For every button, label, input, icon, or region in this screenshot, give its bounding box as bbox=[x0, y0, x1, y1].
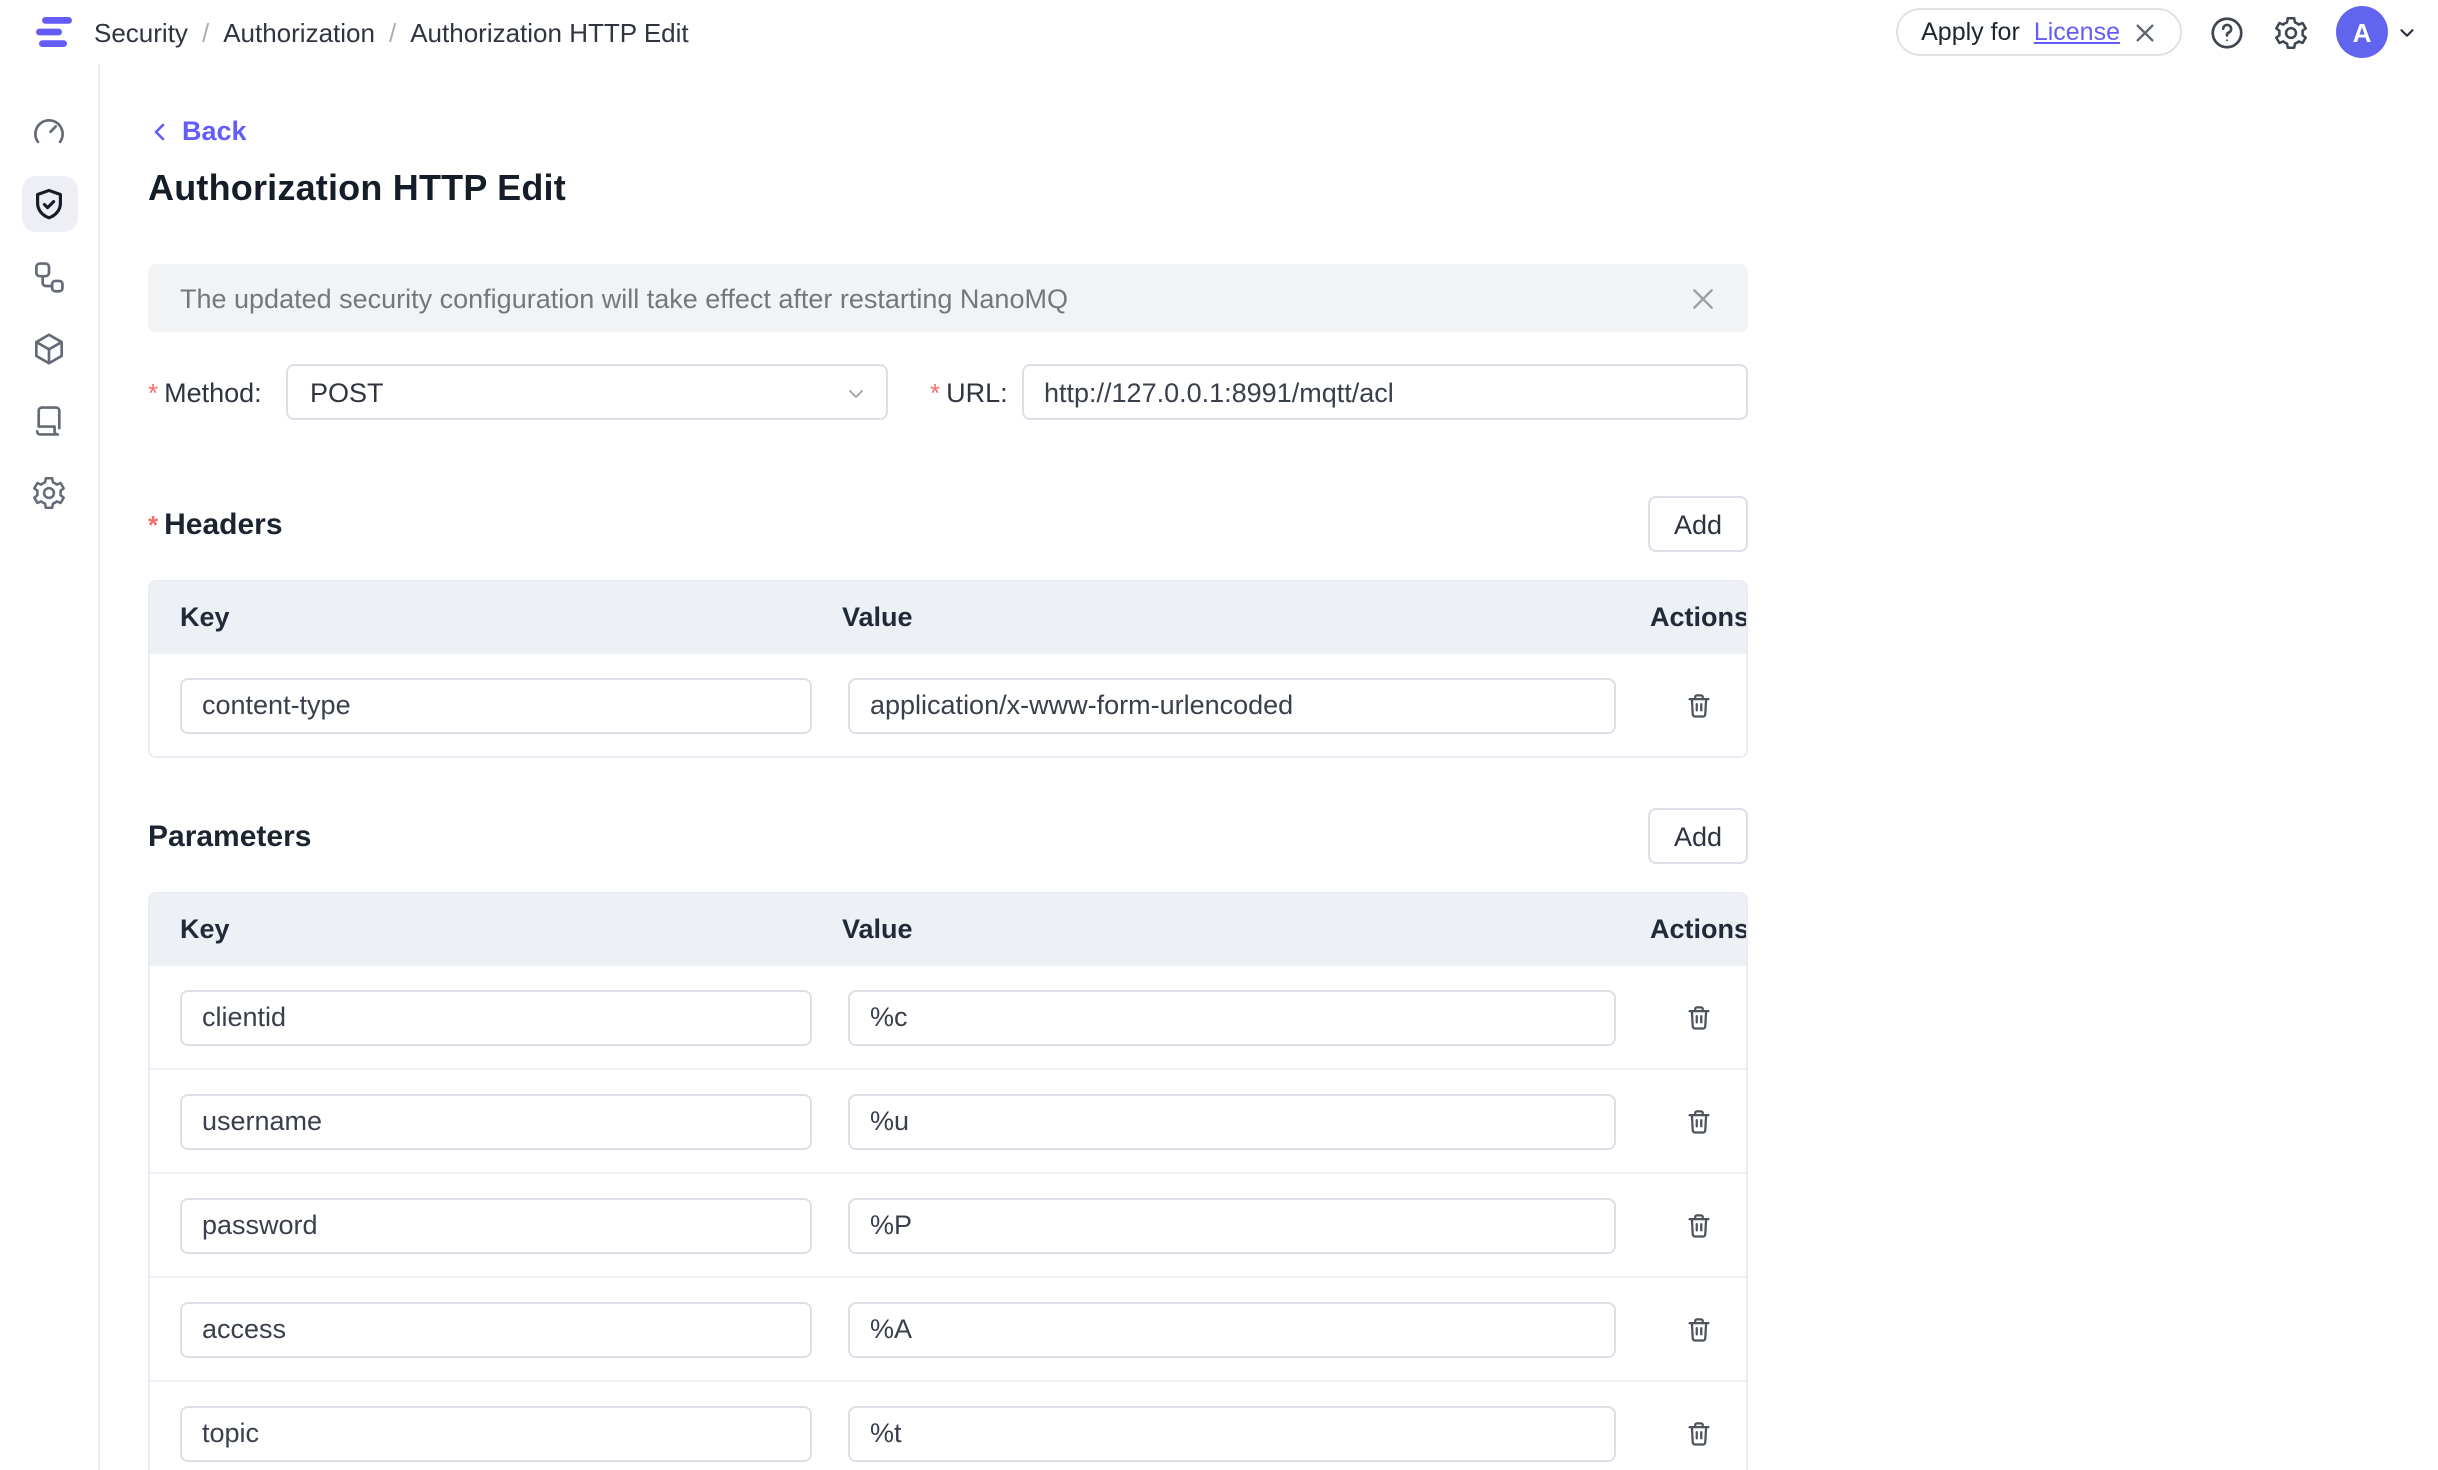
delete-row-button[interactable] bbox=[1674, 1409, 1722, 1457]
headers-section-title: *Headers bbox=[148, 507, 283, 541]
gauge-icon bbox=[30, 113, 68, 151]
column-header-key: Key bbox=[150, 914, 842, 944]
table-row bbox=[150, 652, 1746, 756]
app-root: Security / Authorization / Authorization… bbox=[0, 0, 2438, 1470]
sidebar-item-connections[interactable] bbox=[21, 248, 77, 304]
sidebar-item-settings[interactable] bbox=[21, 464, 77, 520]
breadcrumb-separator: / bbox=[389, 17, 396, 47]
trash-icon bbox=[1683, 1209, 1713, 1241]
column-header-actions: Actions bbox=[1650, 914, 1748, 944]
sidebar-item-security[interactable] bbox=[21, 176, 77, 232]
sidebar bbox=[0, 64, 100, 1470]
param-value-input[interactable] bbox=[848, 1197, 1616, 1253]
column-header-actions: Actions bbox=[1650, 602, 1748, 632]
main-content: Back Authorization HTTP Edit The updated… bbox=[100, 64, 2438, 1470]
trash-icon bbox=[1683, 1417, 1713, 1449]
required-mark: * bbox=[148, 377, 158, 407]
param-value-input[interactable] bbox=[848, 989, 1616, 1045]
scroll-icon bbox=[30, 401, 68, 439]
header-value-input[interactable] bbox=[848, 677, 1616, 733]
license-pill[interactable]: Apply for License bbox=[1895, 8, 2182, 56]
chevron-down-icon bbox=[2396, 21, 2418, 43]
sidebar-item-logs[interactable] bbox=[21, 392, 77, 448]
table-row bbox=[150, 1276, 1746, 1380]
alert-text: The updated security configuration will … bbox=[180, 283, 1068, 313]
method-select[interactable]: POST bbox=[286, 364, 888, 420]
license-pill-text: Apply for bbox=[1921, 18, 2020, 46]
breadcrumb: Security / Authorization / Authorization… bbox=[94, 17, 689, 47]
trash-icon bbox=[1683, 689, 1713, 721]
back-link[interactable]: Back bbox=[148, 116, 247, 146]
parameters-section-title: Parameters bbox=[148, 819, 311, 853]
header-actions: Apply for License A bbox=[1895, 6, 2418, 58]
shield-check-icon bbox=[30, 185, 68, 223]
delete-row-button[interactable] bbox=[1674, 1201, 1722, 1249]
user-menu[interactable]: A bbox=[2336, 6, 2418, 58]
top-header: Security / Authorization / Authorization… bbox=[0, 0, 2438, 64]
menu-logo-icon[interactable] bbox=[32, 12, 76, 52]
trash-icon bbox=[1683, 1313, 1713, 1345]
delete-row-button[interactable] bbox=[1674, 993, 1722, 1041]
breadcrumb-current-page: Authorization HTTP Edit bbox=[410, 17, 688, 47]
license-link[interactable]: License bbox=[2034, 18, 2120, 46]
table-row bbox=[150, 1380, 1746, 1470]
breadcrumb-separator: / bbox=[202, 17, 209, 47]
required-mark: * bbox=[930, 377, 940, 407]
table-row bbox=[150, 1172, 1746, 1276]
back-label: Back bbox=[182, 116, 247, 146]
param-value-input[interactable] bbox=[848, 1093, 1616, 1149]
page-title: Authorization HTTP Edit bbox=[148, 168, 1748, 210]
parameters-section-head: Parameters Add bbox=[148, 808, 1748, 864]
parameters-table-header: Key Value Actions bbox=[150, 894, 1746, 964]
url-label: *URL: bbox=[888, 377, 1022, 407]
param-key-input[interactable] bbox=[180, 1197, 812, 1253]
trash-icon bbox=[1683, 1105, 1713, 1137]
restart-notice-banner: The updated security configuration will … bbox=[148, 264, 1748, 332]
help-circle-icon[interactable] bbox=[2208, 13, 2246, 51]
license-close-icon[interactable] bbox=[2134, 21, 2156, 43]
delete-row-button[interactable] bbox=[1674, 1097, 1722, 1145]
parameters-table: Key Value Actions bbox=[148, 892, 1748, 1470]
gear-icon bbox=[30, 473, 68, 511]
column-header-key: Key bbox=[150, 602, 842, 632]
chevron-left-icon bbox=[148, 119, 172, 143]
headers-table: Key Value Actions bbox=[148, 580, 1748, 758]
breadcrumb-authorization[interactable]: Authorization bbox=[223, 17, 375, 47]
url-input[interactable] bbox=[1022, 364, 1748, 420]
table-row bbox=[150, 1068, 1746, 1172]
method-label: *Method: bbox=[148, 377, 286, 407]
alert-close-icon[interactable] bbox=[1690, 285, 1716, 311]
gear-icon[interactable] bbox=[2272, 13, 2310, 51]
param-value-input[interactable] bbox=[848, 1301, 1616, 1357]
headers-add-button[interactable]: Add bbox=[1648, 496, 1748, 552]
required-mark: * bbox=[148, 509, 158, 539]
nodes-icon bbox=[30, 257, 68, 295]
delete-row-button[interactable] bbox=[1674, 1305, 1722, 1353]
headers-table-header: Key Value Actions bbox=[150, 582, 1746, 652]
avatar[interactable]: A bbox=[2336, 6, 2388, 58]
headers-section-head: *Headers Add bbox=[148, 496, 1748, 552]
trash-icon bbox=[1683, 1001, 1713, 1033]
column-header-value: Value bbox=[842, 914, 1650, 944]
param-value-input[interactable] bbox=[848, 1405, 1616, 1461]
header-key-input[interactable] bbox=[180, 677, 812, 733]
sidebar-item-bridges[interactable] bbox=[21, 320, 77, 376]
table-row bbox=[150, 964, 1746, 1068]
column-header-value: Value bbox=[842, 602, 1650, 632]
param-key-input[interactable] bbox=[180, 1405, 812, 1461]
parameters-add-button[interactable]: Add bbox=[1648, 808, 1748, 864]
cube-icon bbox=[30, 329, 68, 367]
param-key-input[interactable] bbox=[180, 989, 812, 1045]
method-selected-value: POST bbox=[310, 377, 384, 407]
sidebar-item-dashboard[interactable] bbox=[21, 104, 77, 160]
chevron-down-icon bbox=[844, 382, 868, 406]
param-key-input[interactable] bbox=[180, 1093, 812, 1149]
method-url-row: *Method: POST *URL: bbox=[148, 364, 1748, 420]
param-key-input[interactable] bbox=[180, 1301, 812, 1357]
delete-row-button[interactable] bbox=[1674, 681, 1722, 729]
breadcrumb-security[interactable]: Security bbox=[94, 17, 188, 47]
